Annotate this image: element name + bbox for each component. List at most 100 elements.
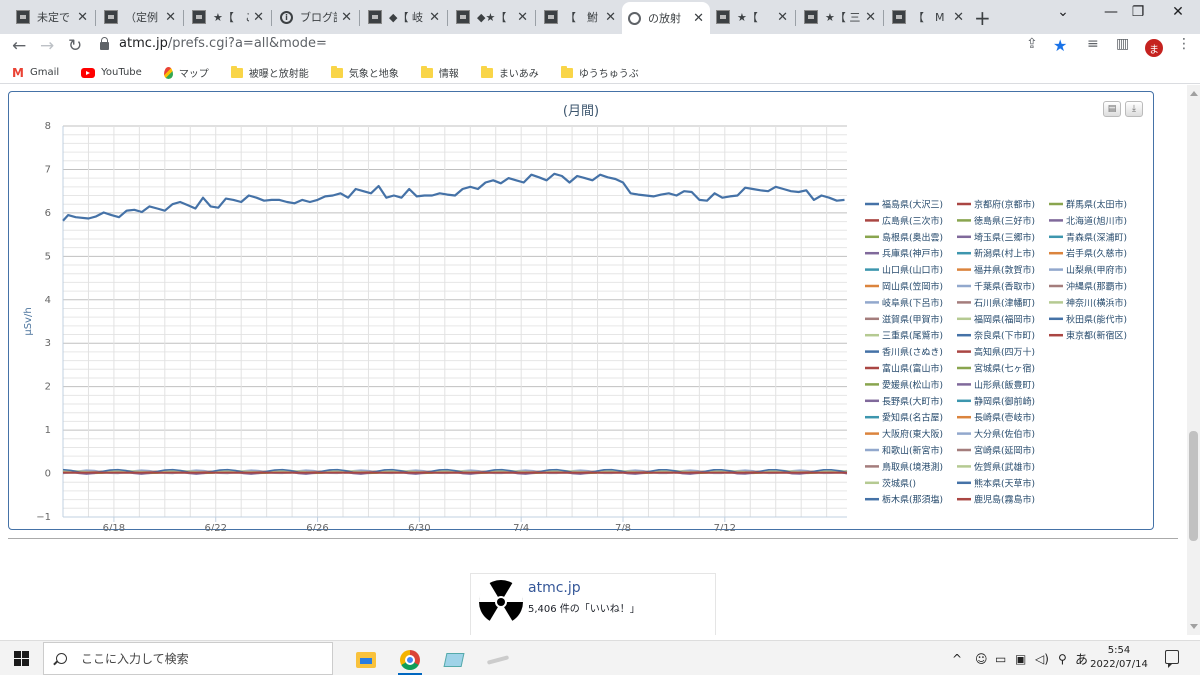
menu-kebab-icon[interactable]: ⋮ — [1177, 36, 1191, 52]
new-tab-button[interactable]: + — [974, 6, 991, 30]
bookmark-item[interactable]: マップ — [163, 65, 209, 80]
lock-icon[interactable] — [100, 36, 109, 50]
taskbar-clock[interactable]: 5:54 2022/07/14 — [1083, 644, 1155, 672]
y-tick-label: 1 — [45, 425, 51, 436]
bookmark-label: ゆうちゅうぶ — [578, 69, 639, 80]
reading-list-icon[interactable]: ≡ — [1087, 36, 1099, 52]
legend-item: 沖縄県(那覇市) — [1066, 281, 1127, 293]
bookmark-item[interactable]: M Gmail — [12, 66, 59, 80]
bookmark-item[interactable]: 気象と地象 — [330, 65, 399, 80]
tab-4[interactable]: ◆【 岐 ✕ — [362, 4, 446, 30]
tab-10[interactable]: 【 M ✕ — [886, 4, 970, 30]
doc-icon — [368, 10, 382, 24]
legend-item: 山梨県(甲府市) — [1066, 264, 1127, 276]
network-icon[interactable]: ▣ — [1015, 641, 1026, 675]
tab-8[interactable]: ★【 ✕ — [710, 4, 794, 30]
reload-icon[interactable]: ↻ — [68, 36, 82, 56]
section-divider — [8, 538, 1178, 539]
x-tick-label: 7/12 — [714, 523, 736, 531]
close-tab-icon[interactable]: ✕ — [693, 11, 704, 26]
folder-icon — [230, 65, 243, 78]
legend-item: 愛知県(名古屋) — [882, 412, 943, 424]
y-tick-label: 0 — [45, 469, 51, 480]
legend-item: 京都府(京都市) — [974, 199, 1035, 211]
y-tick-label: 3 — [45, 338, 51, 349]
close-tab-icon[interactable]: ✕ — [517, 10, 528, 25]
radiation-logo-icon[interactable] — [477, 578, 525, 626]
legend-item: 滋賀県(甲賀市) — [882, 313, 943, 325]
close-tab-icon[interactable]: ✕ — [77, 10, 88, 25]
close-tab-icon[interactable]: ✕ — [777, 10, 788, 25]
legend-item: 宮城県(七ヶ宿) — [974, 363, 1035, 375]
notification-center-icon[interactable] — [1165, 650, 1179, 668]
doc-icon — [16, 10, 30, 24]
tab-5[interactable]: ◆★【 ✕ — [450, 4, 534, 30]
tab-title: ★【 こ — [213, 11, 249, 24]
close-tab-icon[interactable]: ✕ — [165, 10, 176, 25]
legend-item: 山形県(飯豊町) — [974, 379, 1035, 391]
facebook-page-card[interactable]: atmc.jp 5,406 件の「いいね！」 — [470, 573, 716, 635]
bookmark-item[interactable]: ゆうちゅうぶ — [560, 65, 639, 80]
window-dropdown-icon[interactable]: ⌄ — [1040, 4, 1086, 20]
notepad-app-icon[interactable] — [434, 645, 474, 675]
tab-2[interactable]: ★【 こ ✕ — [186, 4, 270, 30]
close-tab-icon[interactable]: ✕ — [429, 10, 440, 25]
avatar[interactable]: ま — [1145, 39, 1163, 57]
close-tab-icon[interactable]: ✕ — [605, 10, 616, 25]
close-tab-icon[interactable]: ✕ — [953, 10, 964, 25]
pen-app-icon[interactable] — [478, 645, 518, 675]
scroll-up-icon[interactable] — [1190, 91, 1198, 96]
legend-item: 岩手県(久慈市) — [1066, 248, 1127, 260]
legend-item: 大阪府(東大阪) — [882, 428, 943, 440]
page-content: (月間) ▤ ⤓ 8 7 6 5 4 3 2 1 0 −1 μSv/h 6/18 6/22 6/26 6/3… — [0, 85, 1187, 635]
browser-toolbar: ← → ↻ atmc.jp/prefs.cgi?a=all&mode= ⇪ ★ … — [0, 34, 1200, 60]
side-panel-icon[interactable]: ▥ — [1116, 36, 1129, 52]
facebook-page-name[interactable]: atmc.jp — [528, 580, 581, 596]
location-pin-icon[interactable]: ⚲ — [1058, 641, 1067, 675]
bookmark-star-icon[interactable]: ★ — [1053, 36, 1067, 55]
tab-9[interactable]: ★【 三 ✕ — [798, 4, 882, 30]
show-hidden-icons[interactable]: ^ — [952, 641, 962, 675]
page-scrollbar[interactable] — [1187, 85, 1200, 635]
taskbar-search-box[interactable]: ここに入力して検索 — [43, 642, 333, 675]
scroll-down-icon[interactable] — [1190, 624, 1198, 629]
y-tick-label: 8 — [45, 121, 51, 132]
taskbar-search-placeholder: ここに入力して検索 — [81, 652, 189, 666]
y-tick-label: 6 — [45, 208, 51, 219]
bookmark-item[interactable]: YouTube — [81, 67, 142, 78]
folder-icon — [480, 65, 493, 78]
bookmark-label: マップ — [178, 69, 209, 80]
legend-item: 石川県(津幡町) — [974, 297, 1035, 309]
close-tab-icon[interactable]: ✕ — [253, 10, 264, 25]
x-tick-label: 7/4 — [513, 523, 529, 531]
bookmark-item[interactable]: 情報 — [420, 65, 459, 80]
tab-3[interactable]: i ブログ記 ✕ — [274, 4, 358, 30]
file-explorer-icon[interactable] — [346, 645, 386, 675]
close-window-button[interactable]: ✕ — [1155, 4, 1200, 20]
chrome-icon[interactable] — [390, 645, 430, 675]
close-tab-icon[interactable]: ✕ — [341, 10, 352, 25]
share-icon[interactable]: ⇪ — [1026, 36, 1038, 52]
legend-item: 千葉県(香取市) — [974, 281, 1035, 293]
battery-icon[interactable]: ▭ — [995, 641, 1006, 675]
people-icon[interactable]: ☺ — [975, 641, 988, 675]
bookmark-label: 被曝と放射能 — [248, 69, 309, 80]
legend-item: 北海道(旭川市) — [1066, 215, 1127, 227]
scrollbar-thumb[interactable] — [1189, 431, 1198, 541]
close-tab-icon[interactable]: ✕ — [865, 10, 876, 25]
y-axis-label: μSv/h — [23, 307, 34, 335]
bookmark-item[interactable]: 被曝と放射能 — [230, 65, 309, 80]
tab-6[interactable]: 【 鮒 ✕ — [538, 4, 622, 30]
bookmark-item[interactable]: まいあみ — [480, 65, 539, 80]
windows-start-icon[interactable] — [14, 651, 29, 666]
back-icon[interactable]: ← — [12, 36, 26, 56]
url-host: atmc.jp — [119, 36, 168, 51]
address-bar[interactable]: atmc.jp/prefs.cgi?a=all&mode= — [100, 36, 327, 51]
tab-0[interactable]: 未定で ✕ — [10, 4, 94, 30]
legend-item: 岡山県(笠岡市) — [882, 281, 943, 293]
tab-1[interactable]: （定例 ✕ — [98, 4, 182, 30]
tab-title: ◆★【 — [477, 11, 507, 24]
forward-icon[interactable]: → — [40, 36, 54, 56]
tab-7[interactable]: の放射 ✕ — [622, 2, 710, 34]
volume-icon[interactable]: ◁) — [1035, 641, 1049, 675]
